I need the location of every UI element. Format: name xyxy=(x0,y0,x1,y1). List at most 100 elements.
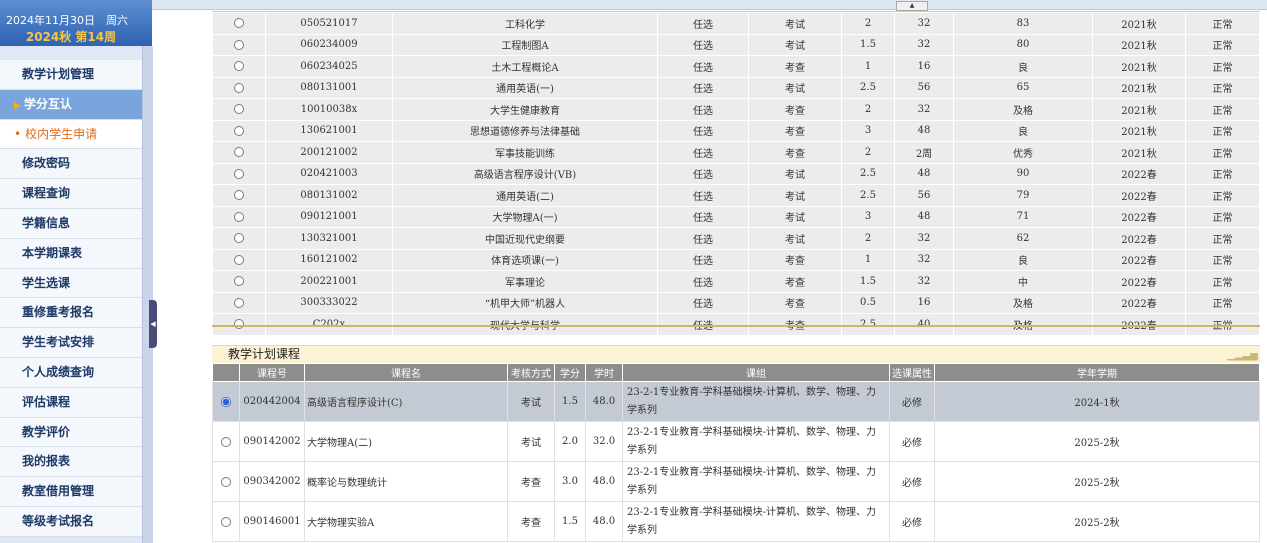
current-term: 2024秋 第14周 xyxy=(25,30,117,44)
sidebar-item-11[interactable]: 评估课程 xyxy=(0,388,142,418)
sidebar-item-7[interactable]: 学生选课 xyxy=(0,269,142,299)
cell-hours: 32 xyxy=(894,33,954,56)
row-radio-button[interactable] xyxy=(234,276,244,287)
cell-attr: 必修 xyxy=(889,461,935,502)
cell-credit: 3 xyxy=(841,205,895,228)
cell-credit: 2.0 xyxy=(554,421,586,462)
cell-credit: 2.5 xyxy=(841,184,895,207)
cell-name: 通用英语(二) xyxy=(392,184,658,207)
cell-hours: 16 xyxy=(894,291,954,314)
cell-hours: 32 xyxy=(894,227,954,250)
plan-radio-button[interactable] xyxy=(221,516,231,527)
sidebar-scrollbar[interactable] xyxy=(142,46,153,543)
cell-status: 正常 xyxy=(1185,227,1260,250)
cell-hours: 48 xyxy=(894,162,954,185)
cell-type: 任选 xyxy=(657,55,749,78)
plan-row[interactable]: 090146001 大学物理实验A 考查 1.5 48.0 23-2-1专业教育-学科基础… xyxy=(212,501,1260,542)
row-radio-button[interactable] xyxy=(234,233,244,244)
row-radio-button[interactable] xyxy=(234,125,244,136)
cell-term: 2022春 xyxy=(1092,270,1186,293)
row-radio-button[interactable] xyxy=(234,211,244,222)
cell-status: 正常 xyxy=(1185,205,1260,228)
cell-type: 任选 xyxy=(657,184,749,207)
cell-name: 大学物理A(一) xyxy=(392,205,658,228)
cell-name: 大学物理实验A xyxy=(304,501,508,542)
cell-type: 任选 xyxy=(657,12,749,35)
row-radio-button[interactable] xyxy=(234,254,244,265)
cell-score: 良 xyxy=(953,119,1093,142)
teaching-plan-table: 课程号 课程名 考核方式 学分 学时 课组 选课属性 学年学期 02044200… xyxy=(212,363,1260,542)
row-radio-button[interactable] xyxy=(234,147,244,158)
cell-name: 工科化学 xyxy=(392,12,658,35)
cell-hours: 48.0 xyxy=(585,381,623,422)
cell-hours: 48 xyxy=(894,205,954,228)
cell-credit: 1.5 xyxy=(554,381,586,422)
sidebar-item-2[interactable]: • 校内学生申请 xyxy=(0,119,142,150)
cell-status: 正常 xyxy=(1185,184,1260,207)
cell-hours: 2周 xyxy=(894,141,954,164)
cell-score: 优秀 xyxy=(953,141,1093,164)
cell-credit: 2 xyxy=(841,227,895,250)
sidebar-item-13[interactable]: 我的报表 xyxy=(0,447,142,478)
plan-radio-button[interactable] xyxy=(221,436,231,447)
cell-exam: 考查 xyxy=(507,501,555,542)
cell-score: 79 xyxy=(953,184,1093,207)
sidebar-item-9[interactable]: 学生考试安排 xyxy=(0,328,142,358)
row-radio-button[interactable] xyxy=(234,82,244,93)
sidebar-item-5[interactable]: 学籍信息 xyxy=(0,209,142,239)
sidebar-menu: 教学计划管理 ▶ 学分互认 • 校内学生申请 修改密码 课程查询 学籍信息 本学期课表学生选课重… xyxy=(0,60,142,537)
resize-grip-icon[interactable]: ▁▂▃▅ xyxy=(1227,347,1258,364)
teaching-plan-header-row: 课程号 课程名 考核方式 学分 学时 课组 选课属性 学年学期 xyxy=(212,363,1260,382)
cell-score: 90 xyxy=(953,162,1093,185)
plan-radio-button[interactable] xyxy=(221,476,231,487)
sidebar-item-0[interactable]: 教学计划管理 xyxy=(0,60,142,90)
column-header-group: 课组 xyxy=(622,363,890,382)
sidebar-item-12[interactable]: 教学评价 xyxy=(0,418,142,448)
cell-term: 2025-2秋 xyxy=(934,501,1260,542)
cell-hours: 32 xyxy=(894,98,954,121)
cell-hours: 32.0 xyxy=(585,421,623,462)
row-radio-button[interactable] xyxy=(234,61,244,72)
row-radio-button[interactable] xyxy=(234,18,244,29)
cell-hours: 48 xyxy=(894,119,954,142)
plan-radio-button[interactable] xyxy=(221,396,231,407)
row-radio-button[interactable] xyxy=(234,168,244,179)
plan-row[interactable]: 090342002 概率论与数理统计 考查 3.0 48.0 23-2-1专业教育-学科基… xyxy=(212,461,1260,502)
table-bottom-border xyxy=(212,325,1260,327)
collapse-top-icon[interactable]: ▲ xyxy=(896,1,928,11)
cell-term: 2021秋 xyxy=(1092,119,1186,142)
sidebar-item-3[interactable]: 修改密码 xyxy=(0,149,142,180)
row-radio-button[interactable] xyxy=(234,190,244,201)
sidebar-item-6[interactable]: 本学期课表 xyxy=(0,239,142,269)
sidebar-item-15[interactable]: 等级考试报名 xyxy=(0,507,142,537)
table-row: 300333022 “机甲大师”机器人 任选 考查 0.5 16 及格 2022春 正常 xyxy=(212,291,1260,314)
row-select-cell xyxy=(212,76,266,99)
column-header-credit: 学分 xyxy=(554,363,586,382)
sidebar-item-4[interactable]: 课程查询 xyxy=(0,179,142,209)
cell-exam: 考试 xyxy=(748,33,842,56)
row-radio-button[interactable] xyxy=(234,39,244,50)
plan-row[interactable]: 090142002 大学物理A(二) 考试 2.0 32.0 23-2-1专业教育-学科基… xyxy=(212,421,1260,462)
table-row: 080131002 通用英语(二) 任选 考试 2.5 56 79 2022春 正常 xyxy=(212,184,1260,207)
table-row: 130321001 中国近现代史纲要 任选 考试 2 32 62 2022春 正常 xyxy=(212,227,1260,250)
cell-term: 2025-2秋 xyxy=(934,461,1260,502)
sidebar: 2024年11月30日 周六 2024秋 第14周 教学计划管理 ▶ 学分互认 • 校内… xyxy=(0,0,157,543)
sidebar-item-label: 学生选课 xyxy=(22,275,71,290)
cell-type: 任选 xyxy=(657,119,749,142)
cell-group: 23-2-1专业教育-学科基础模块-计算机、数学、物理、力学系列 xyxy=(622,461,890,502)
sidebar-item-1[interactable]: ▶ 学分互认 xyxy=(0,89,142,120)
cell-exam: 考查 xyxy=(507,461,555,502)
row-radio-button[interactable] xyxy=(234,297,244,308)
sidebar-item-label: 教学计划管理 xyxy=(22,67,95,81)
cell-name: 高级语言程序设计(C) xyxy=(304,381,508,422)
table-row: 130621001 思想道德修养与法律基础 任选 考查 3 48 良 2021秋 正常 xyxy=(212,119,1260,142)
sidebar-item-10[interactable]: 个人成绩查询 xyxy=(0,358,142,388)
row-radio-button[interactable] xyxy=(234,104,244,115)
cell-name: 思想道德修养与法律基础 xyxy=(392,119,658,142)
plan-row[interactable]: 020442004 高级语言程序设计(C) 考试 1.5 48.0 23-2-1专业教育-… xyxy=(212,381,1260,422)
sidebar-item-14[interactable]: 教室借用管理 xyxy=(0,477,142,507)
sidebar-item-8[interactable]: 重修重考报名 xyxy=(0,298,142,329)
cell-name: 高级语言程序设计(VB) xyxy=(392,162,658,185)
collapse-sidebar-icon[interactable]: ◀ xyxy=(149,300,157,348)
row-select-cell xyxy=(212,421,240,462)
